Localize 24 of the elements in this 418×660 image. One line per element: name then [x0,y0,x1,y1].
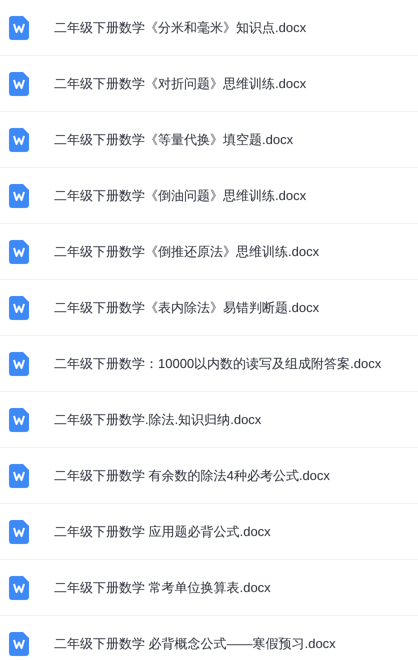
file-name[interactable]: 二年级下册数学 应用题必背公式.docx [54,522,271,542]
file-name[interactable]: 二年级下册数学《倒油问题》思维训练.docx [54,186,306,206]
document-icon [9,240,29,264]
file-name[interactable]: 二年级下册数学《表内除法》易错判断题.docx [54,298,320,318]
file-name[interactable]: 二年级下册数学 必背概念公式——寒假预习.docx [54,634,336,654]
file-name[interactable]: 二年级下册数学.除法.知识归纳.docx [54,410,262,430]
document-icon [9,296,29,320]
document-icon [9,520,29,544]
file-name[interactable]: 二年级下册数学《等量代换》填空题.docx [54,130,294,150]
document-icon [9,408,29,432]
document-icon [9,184,29,208]
document-icon [9,128,29,152]
document-icon [9,352,29,376]
document-icon [9,16,29,40]
document-icon [9,576,29,600]
document-icon [9,72,29,96]
document-icon [9,464,29,488]
file-name[interactable]: 二年级下册数学《对折问题》思维训练.docx [54,74,306,94]
file-name[interactable]: 二年级下册数学 有余数的除法4种必考公式.docx [54,466,330,486]
file-name[interactable]: 二年级下册数学：10000以内数的读写及组成附答案.docx [54,354,382,374]
file-name[interactable]: 二年级下册数学 常考单位换算表.docx [54,578,271,598]
file-name[interactable]: 二年级下册数学《分米和毫米》知识点.docx [54,18,306,38]
document-icon [9,632,29,656]
file-name[interactable]: 二年级下册数学《倒推还原法》思维训练.docx [54,242,320,262]
